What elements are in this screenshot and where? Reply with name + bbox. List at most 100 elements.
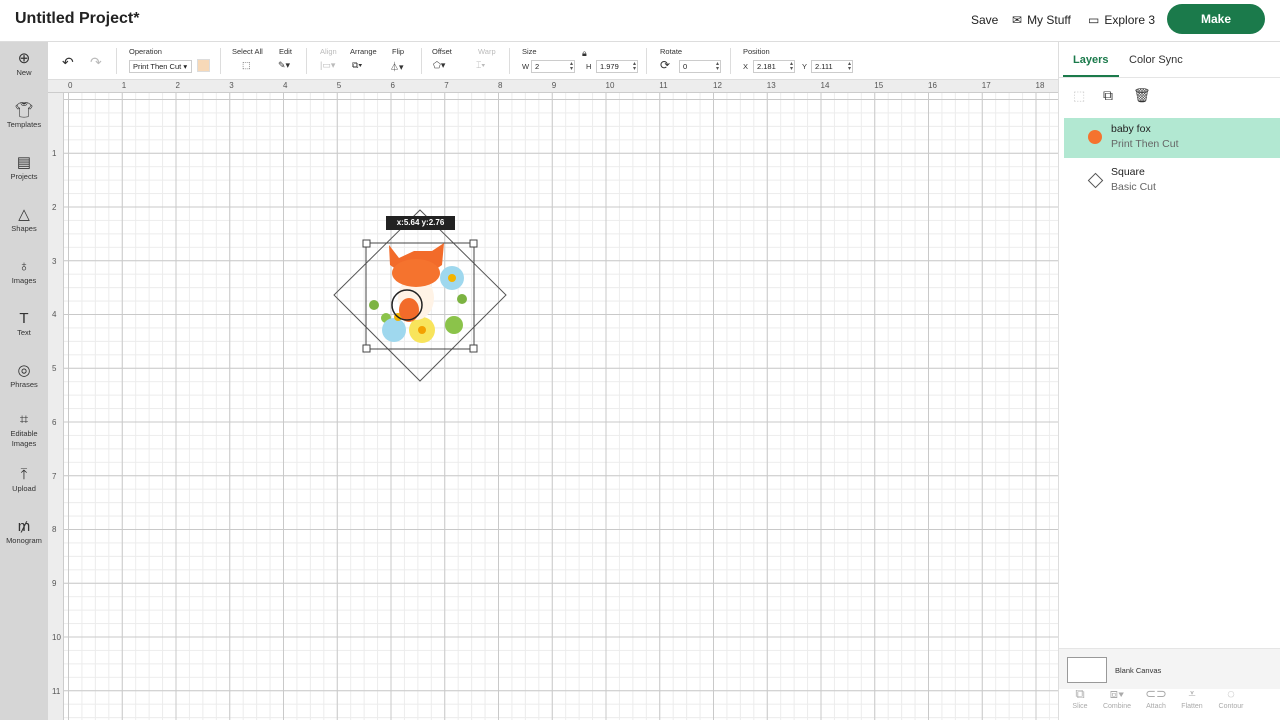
layer-name: Square: [1111, 166, 1145, 178]
warp-button[interactable]: ⌶▾: [476, 60, 485, 71]
rotate-label: Rotate: [660, 47, 683, 56]
y-label: Y: [802, 62, 808, 71]
ruler-tick-label: 8: [498, 81, 503, 90]
select-all-label: Select All: [232, 47, 263, 56]
sidebar-label: New: [16, 68, 32, 77]
sidebar-label: Upload: [12, 484, 36, 493]
sidebar-item-new[interactable]: ⊕ New: [0, 50, 48, 78]
fox-thumbnail-icon: [1088, 130, 1102, 144]
y-input[interactable]: 2.111 ▴ ▾: [811, 60, 853, 73]
align-button[interactable]: |▭▾: [320, 60, 335, 71]
slice-button[interactable]: ⧉ Slice: [1060, 687, 1100, 711]
offset-button[interactable]: ⬠▾: [433, 60, 445, 71]
sidebar-item-text[interactable]: T Text: [0, 310, 48, 338]
make-button[interactable]: Make: [1167, 4, 1265, 34]
group-button[interactable]: ⬚: [1073, 88, 1085, 104]
ruler-tick-label: 3: [229, 81, 234, 90]
layer-square[interactable]: Square Basic Cut: [1064, 161, 1280, 201]
layer-baby-fox[interactable]: baby fox Print Then Cut: [1064, 118, 1280, 158]
design-canvas[interactable]: x:5.64 y:2.76: [64, 93, 1058, 720]
sidebar-item-monogram[interactable]: ₥ Monogram: [0, 518, 48, 546]
arrange-label: Arrange: [350, 47, 377, 56]
fox-thumbnail-icon[interactable]: [197, 59, 210, 72]
ruler-tick-label: 0: [68, 81, 73, 90]
action-label: Flatten: [1181, 703, 1203, 710]
my-stuff-button[interactable]: ✉ My Stuff: [1012, 13, 1071, 27]
vertical-ruler: 1 2 3 4 5 6 7 8 9 10 11: [48, 93, 64, 720]
edit-toolbar: ↶ ↷ Operation Print Then Cut ▾ Select Al…: [48, 42, 1058, 80]
blank-canvas-swatch[interactable]: [1067, 657, 1107, 683]
sidebar-label: Projects: [10, 172, 38, 181]
sidebar-item-images[interactable]: ♁ Images: [0, 258, 48, 286]
horizontal-ruler: 0 1 2 3 4 5 6 7 8 9 10 11 12 13 14 15 16 17 18: [48, 80, 1058, 93]
delete-button[interactable]: 🗑︎: [1133, 87, 1151, 104]
layer-operation: Print Then Cut: [1111, 138, 1179, 150]
combine-icon: ⧈▾: [1109, 686, 1125, 701]
ruler-tick-label: 6: [390, 81, 395, 90]
flip-button[interactable]: ⏃▾: [390, 60, 404, 73]
machine-button[interactable]: ▭ Explore 3: [1088, 13, 1155, 27]
ruler-tick-label: 10: [605, 81, 615, 90]
ruler-tick-label: 6: [52, 417, 57, 427]
layers-panel: Layers Color Sync ⬚ ⧉ 🗑︎ baby fox Print …: [1058, 42, 1280, 721]
divider: [421, 48, 422, 74]
duplicate-button[interactable]: ⧉: [1103, 87, 1113, 104]
sidebar-item-shapes[interactable]: △ Shapes: [0, 206, 48, 234]
x-value: 2.181: [757, 62, 776, 71]
contour-button[interactable]: ◌ Contour: [1211, 686, 1251, 711]
stepper-icon[interactable]: ▴ ▾: [790, 61, 793, 72]
redo-button[interactable]: ↷: [90, 54, 102, 71]
attach-button[interactable]: ⊂⊃ Attach: [1136, 687, 1176, 711]
height-input[interactable]: 1.979 ▴ ▾: [596, 60, 638, 73]
offset-label: Offset: [432, 47, 452, 56]
stepper-icon[interactable]: ▴ ▾: [570, 61, 573, 72]
select-all-button[interactable]: ⬚: [242, 60, 251, 71]
operation-select[interactable]: Print Then Cut ▾: [129, 60, 192, 73]
ruler-tick-label: 11: [52, 686, 61, 696]
layer-operation: Basic Cut: [1111, 181, 1156, 193]
height-value: 1.979: [600, 62, 619, 71]
shirt-icon: 👕︎: [14, 102, 34, 119]
flatten-button[interactable]: ⩡ Flatten: [1172, 687, 1212, 711]
sidebar-label: Templates: [6, 120, 42, 129]
left-sidebar: ⊕ New 👕︎ Templates ▤ Projects △ Shapes ♁ Imag…: [0, 42, 48, 720]
sidebar-item-phrases[interactable]: ◎ Phrases: [0, 362, 48, 390]
combine-button[interactable]: ⧈▾ Combine: [1097, 686, 1137, 711]
stepper-icon[interactable]: ▴ ▾: [848, 61, 851, 72]
sidebar-item-projects[interactable]: ▤ Projects: [0, 154, 48, 182]
ruler-tick-label: 4: [52, 310, 57, 320]
sidebar-item-upload[interactable]: ⤒ Upload: [0, 466, 48, 494]
sidebar-item-templates[interactable]: 👕︎ Templates: [0, 102, 48, 130]
arrange-button[interactable]: ⧉▾: [352, 60, 362, 71]
ruler-tick-label: 2: [52, 202, 57, 212]
divider: [116, 48, 117, 74]
warp-label: Warp: [478, 47, 496, 56]
text-icon: T: [19, 310, 29, 327]
edit-button[interactable]: ✎▾: [278, 60, 290, 71]
undo-button[interactable]: ↶: [62, 54, 74, 71]
save-button[interactable]: Save: [971, 13, 998, 27]
stepper-icon[interactable]: ▴ ▾: [633, 61, 636, 72]
monogram-icon: ₥: [17, 518, 31, 535]
width-input[interactable]: 2 ▴ ▾: [531, 60, 575, 73]
operation-value: Print Then Cut: [133, 62, 182, 71]
x-input[interactable]: 2.181 ▴ ▾: [753, 60, 795, 73]
canvas-objects: [333, 209, 507, 382]
action-label: Slice: [1072, 703, 1088, 710]
tab-color-sync[interactable]: Color Sync: [1129, 54, 1183, 66]
project-title[interactable]: Untitled Project*: [15, 10, 139, 28]
x-label: X: [743, 62, 749, 71]
rotate-input[interactable]: 0 ▴ ▾: [679, 60, 721, 73]
ruler-tick-label: 16: [928, 81, 937, 90]
ruler-tick-label: 1: [52, 149, 57, 158]
machine-icon: ▭: [1088, 13, 1100, 27]
stepper-icon[interactable]: ▴ ▾: [716, 61, 719, 72]
upload-icon: ⤒: [20, 466, 28, 483]
lock-icon[interactable]: 🔒︎: [582, 48, 587, 59]
plus-circle-icon: ⊕: [17, 50, 31, 67]
baby-fox-image[interactable]: [369, 243, 467, 343]
tab-layers[interactable]: Layers: [1073, 54, 1108, 66]
contour-icon: ◌: [1227, 686, 1235, 701]
sidebar-item-editable-images[interactable]: ⌗ Editable Images: [0, 411, 48, 449]
ruler-tick-label: 2: [175, 81, 180, 90]
